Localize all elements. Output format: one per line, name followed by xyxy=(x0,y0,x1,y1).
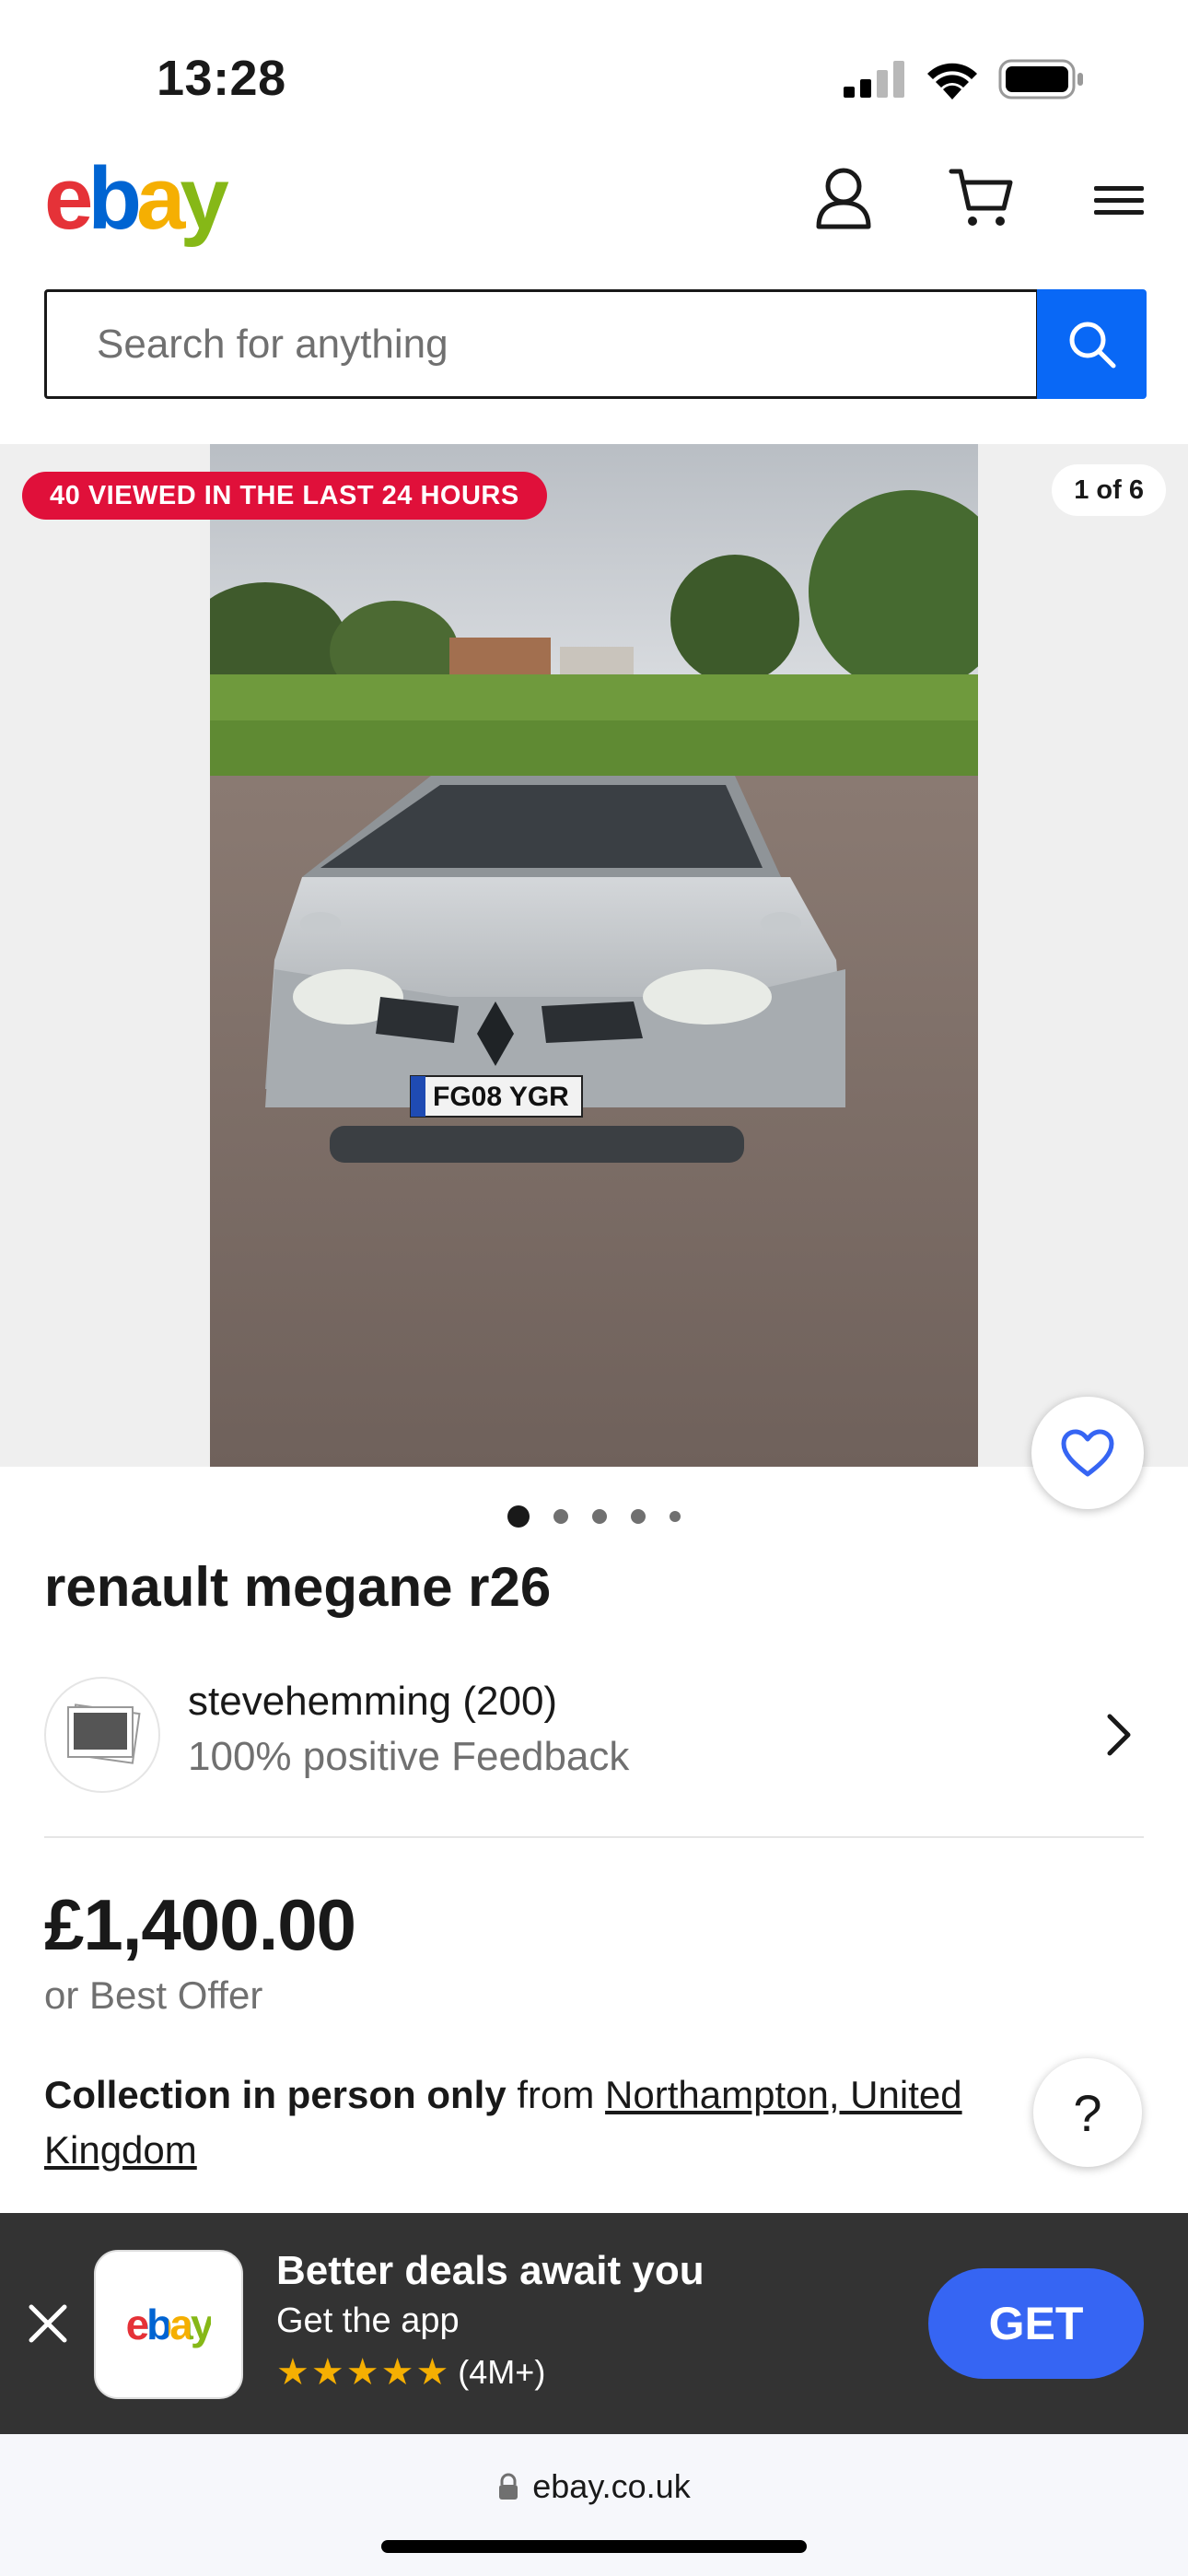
app-icon: ebay xyxy=(94,2250,243,2399)
status-icons xyxy=(844,59,1085,100)
viewed-badge: 40 VIEWED IN THE LAST 24 HOURS xyxy=(22,472,547,520)
home-indicator[interactable] xyxy=(381,2540,807,2553)
rating-count: (4M+) xyxy=(458,2353,546,2391)
carousel-dots[interactable] xyxy=(0,1505,1188,1528)
watch-button[interactable] xyxy=(1031,1397,1144,1509)
menu-icon[interactable] xyxy=(1092,166,1146,230)
logo-letter: e xyxy=(44,149,93,248)
status-time: 13:28 xyxy=(157,51,286,106)
collection-from: from xyxy=(506,2073,606,2116)
close-icon[interactable] xyxy=(26,2301,70,2346)
get-app-button[interactable]: GET xyxy=(928,2268,1144,2379)
cart-icon[interactable] xyxy=(949,166,1015,230)
heart-icon xyxy=(1061,1429,1114,1477)
listing-title: renault megane r26 xyxy=(44,1556,552,1618)
search-box[interactable] xyxy=(44,289,1039,399)
listing-photo[interactable]: FG08 YGR xyxy=(210,444,978,1467)
collection-info: Collection in person only from Northampt… xyxy=(44,2067,1039,2178)
lock-icon xyxy=(499,2473,518,2500)
seller-avatar[interactable] xyxy=(44,1677,160,1793)
app-icon-text: ebay xyxy=(125,2301,215,2348)
chevron-right-icon[interactable] xyxy=(1105,1712,1133,1758)
help-button[interactable]: ? xyxy=(1033,2058,1142,2167)
number-plate: FG08 YGR xyxy=(433,1082,569,1112)
url-display[interactable]: ebay.co.uk xyxy=(0,2467,1188,2506)
url-text: ebay.co.uk xyxy=(532,2467,691,2505)
logo-letter: a xyxy=(136,149,185,248)
search-icon xyxy=(1069,322,1115,368)
user-icon[interactable] xyxy=(814,166,873,230)
image-gallery[interactable]: FG08 YGR 40 VIEWED IN THE LAST 24 HOURS … xyxy=(0,444,1188,1467)
signal-icon xyxy=(844,61,904,98)
star-rating-icon: ★★★★★ xyxy=(276,2352,451,2393)
search-button[interactable] xyxy=(1037,289,1147,399)
battery-icon xyxy=(998,59,1083,100)
image-counter: 1 of 6 xyxy=(1052,464,1166,516)
logo-letter: b xyxy=(87,149,142,248)
wifi-icon xyxy=(927,63,977,100)
price: £1,400.00 xyxy=(44,1884,356,1965)
carousel-dot[interactable] xyxy=(592,1509,607,1524)
carousel-dot[interactable] xyxy=(670,1511,681,1522)
ebay-logo[interactable]: ebay xyxy=(44,149,229,248)
search-input[interactable] xyxy=(97,321,1036,368)
collection-method: Collection in person only xyxy=(44,2073,507,2116)
car-photo-image: FG08 YGR xyxy=(210,444,978,1467)
banner-title: Better deals await you xyxy=(276,2248,705,2293)
logo-letter: y xyxy=(180,149,228,248)
divider xyxy=(44,1836,1144,1838)
banner-rating: ★★★★★ (4M+) xyxy=(276,2351,545,2394)
seller-feedback: 100% positive Feedback xyxy=(188,1734,630,1779)
banner-subtitle: Get the app xyxy=(276,2301,460,2340)
carousel-dot[interactable] xyxy=(631,1509,646,1524)
photo-placeholder-icon xyxy=(67,1704,141,1764)
app-banner: ebay Better deals await you Get the app … xyxy=(0,2213,1188,2434)
best-offer-label: or Best Offer xyxy=(44,1973,263,2017)
seller-name[interactable]: stevehemming (200) xyxy=(188,1679,557,1725)
browser-url-bar[interactable]: ebay.co.uk xyxy=(0,2434,1188,2576)
carousel-dot[interactable] xyxy=(507,1505,530,1528)
carousel-dot[interactable] xyxy=(553,1509,568,1524)
